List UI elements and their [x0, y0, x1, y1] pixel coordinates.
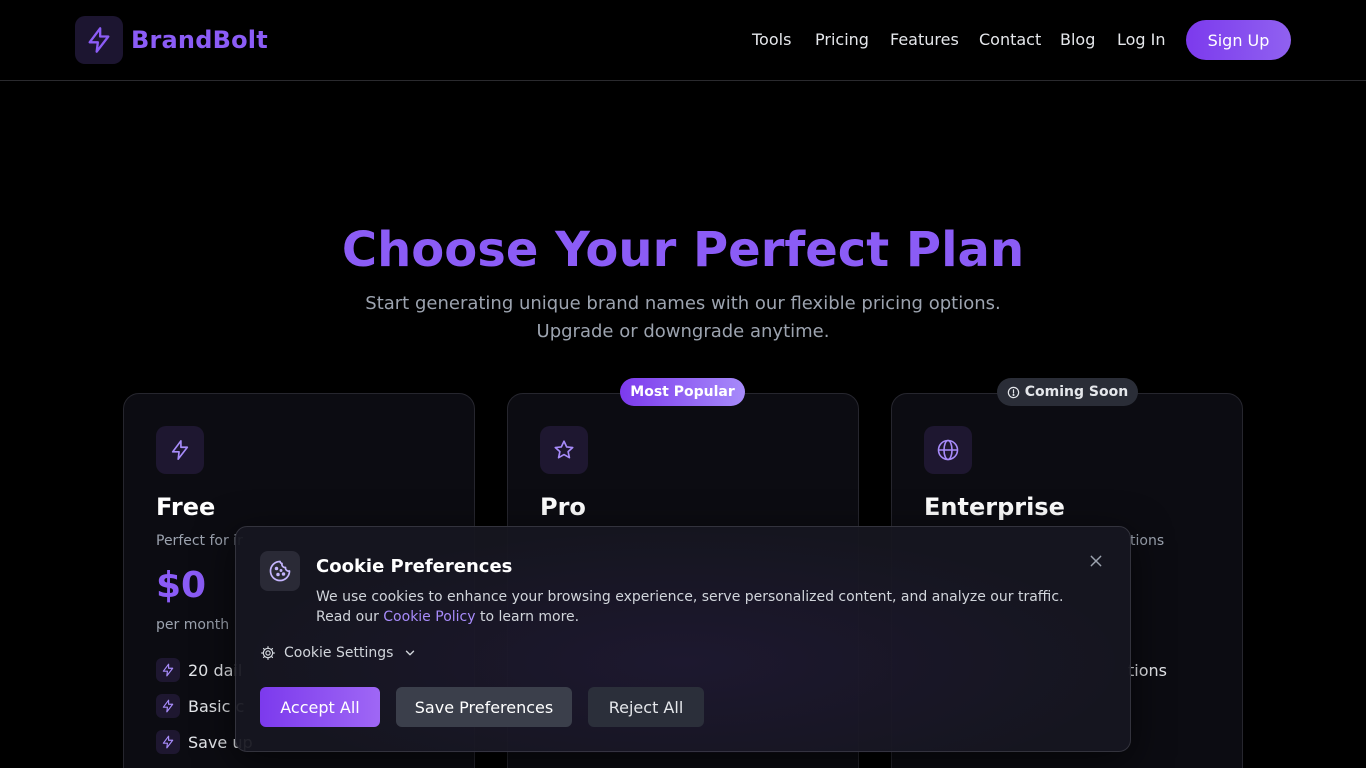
signup-button[interactable]: Sign Up [1186, 20, 1291, 60]
globe-icon [924, 426, 972, 474]
bolt-icon [156, 730, 180, 754]
plan-title: Pro [540, 493, 586, 521]
cookie-settings-toggle[interactable]: Cookie Settings [260, 643, 417, 663]
reject-all-button[interactable]: Reject All [588, 687, 704, 727]
plan-title: Enterprise [924, 493, 1065, 521]
coming-soon-badge: Coming Soon [997, 378, 1138, 406]
cookie-preferences-dialog: Cookie Preferences We use cookies to enh… [235, 526, 1132, 753]
site-header: BrandBolt Tools Pricing Features Contact… [0, 0, 1366, 81]
cookie-settings-label: Cookie Settings [284, 645, 394, 661]
plan-title: Free [156, 493, 216, 521]
plan-feature: 20 dail [156, 658, 242, 682]
most-popular-badge: Most Popular [620, 378, 745, 406]
star-icon [540, 426, 588, 474]
plan-feature: Basic c [156, 694, 244, 718]
gear-icon [260, 645, 276, 661]
plan-description: Perfect for ir [156, 533, 243, 549]
plan-period: per month [156, 617, 230, 633]
page-subtitle: Start generating unique brand names with… [365, 293, 1001, 342]
dialog-title: Cookie Preferences [316, 556, 513, 577]
bolt-icon [156, 426, 204, 474]
chevron-down-icon [403, 646, 417, 660]
cookie-policy-link[interactable]: Cookie Policy [383, 609, 475, 625]
dialog-message: We use cookies to enhance your browsing … [316, 587, 1086, 627]
bolt-icon [156, 694, 180, 718]
page-title: Choose Your Perfect Plan [341, 222, 1025, 278]
save-preferences-button[interactable]: Save Preferences [396, 687, 572, 727]
nav-blog[interactable]: Blog [1060, 28, 1095, 52]
bolt-icon [156, 658, 180, 682]
plan-feature: tions [1128, 658, 1167, 682]
message-text-end: to learn more. [475, 609, 580, 625]
cookie-icon [260, 551, 300, 591]
brand-name[interactable]: BrandBolt [131, 24, 268, 56]
nav-contact[interactable]: Contact [979, 28, 1041, 52]
info-icon [1007, 386, 1020, 399]
nav-features[interactable]: Features [890, 28, 959, 52]
logo-icon[interactable] [75, 16, 123, 64]
nav-pricing[interactable]: Pricing [815, 28, 869, 52]
coming-soon-label: Coming Soon [1024, 384, 1129, 400]
accept-all-button[interactable]: Accept All [260, 687, 380, 727]
plan-description: tions [1130, 533, 1165, 549]
close-icon[interactable] [1084, 549, 1108, 573]
plan-feature-label: tions [1128, 660, 1167, 680]
nav-tools[interactable]: Tools [752, 28, 791, 52]
nav-login[interactable]: Log In [1117, 28, 1166, 52]
plan-price: $0 [156, 565, 207, 606]
